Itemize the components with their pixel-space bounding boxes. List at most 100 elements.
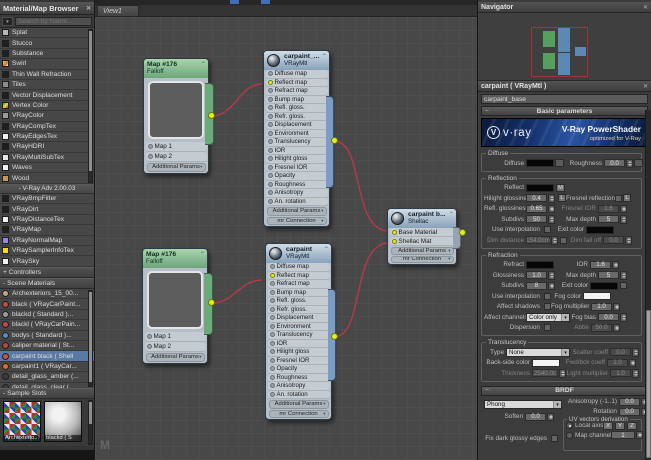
node-header[interactable]: carpaint − VRayMtl (266, 244, 331, 263)
falloff-preview[interactable] (148, 81, 204, 139)
input-socket[interactable] (268, 71, 273, 76)
browser-map-item[interactable]: VRayDirt (0, 204, 94, 214)
node-header[interactable]: Map #176 − Falloff (143, 249, 207, 268)
input-socket[interactable] (270, 298, 275, 303)
refl-max-depth-spinner[interactable] (620, 215, 627, 224)
input-socket[interactable] (270, 392, 275, 397)
output-socket-vraymtl-2[interactable] (331, 333, 338, 340)
input-socket[interactable] (270, 290, 275, 295)
hilight-glossiness-field[interactable]: 0.4 (526, 194, 547, 202)
maps-scrollbar[interactable] (88, 29, 93, 183)
input-slot[interactable]: Refract map (266, 87, 328, 96)
input-socket[interactable] (270, 358, 275, 363)
input-socket[interactable] (268, 97, 273, 102)
node-header[interactable]: carpaint_... − VRayMtl (264, 51, 329, 70)
input-socket[interactable] (148, 154, 153, 159)
input-slot[interactable]: Translucency (268, 331, 330, 340)
roughness-spinner[interactable] (626, 159, 633, 168)
refl-glossiness-field[interactable]: 0.65 (526, 205, 547, 213)
fog-bias-spinner[interactable] (620, 313, 627, 322)
refl-use-interpolation-checkbox[interactable] (544, 226, 551, 233)
falloff-preview[interactable] (147, 271, 203, 329)
roughness-map-button[interactable] (634, 159, 643, 167)
minimize-icon[interactable]: − (449, 210, 453, 216)
minimize-icon[interactable]: − (200, 250, 204, 256)
input-socket[interactable] (392, 230, 397, 235)
fog-bias-field[interactable]: 0.0 (598, 313, 619, 321)
input-slot[interactable]: Map 1 (146, 142, 207, 152)
input-slot[interactable]: Shellac Mat (390, 237, 455, 246)
material-name-field[interactable] (481, 94, 648, 104)
input-slot[interactable]: Reflect map (268, 272, 330, 281)
scene-material-item[interactable]: Archexteriors_15_00... (0, 289, 94, 299)
browser-map-item[interactable]: VRayNormalMap (0, 236, 94, 246)
axis-y-button[interactable]: Y (615, 422, 625, 430)
ior-spinner[interactable] (612, 261, 619, 270)
scene-material-item[interactable]: blackl ( VRayCarPain... (0, 320, 94, 330)
navigator-minimap[interactable] (478, 13, 651, 81)
input-slot[interactable]: IOR (266, 147, 328, 156)
input-slot[interactable]: Environment (266, 130, 328, 139)
browser-map-item[interactable]: VRayEdgesTex (0, 132, 94, 142)
soften-spinner[interactable] (547, 413, 554, 422)
refl-subdivs-spinner[interactable] (548, 215, 555, 224)
hilight-spinner[interactable] (548, 194, 555, 203)
browser-map-item[interactable]: VRayMultiSubTex (0, 153, 94, 163)
rollup-footer[interactable]: mr Connection▾ (391, 256, 454, 264)
params-scrollbar[interactable] (645, 110, 651, 460)
input-socket[interactable] (270, 332, 275, 337)
browser-map-item[interactable]: VRayHDRI (0, 142, 94, 152)
input-socket[interactable] (268, 190, 273, 195)
output-socket-falloff-1[interactable] (208, 112, 215, 119)
scene-material-item[interactable]: carpaint black ( Shell (0, 351, 94, 361)
input-socket[interactable] (268, 114, 273, 119)
l-button[interactable]: L (623, 194, 631, 202)
soften-field[interactable]: 0.0 (525, 413, 546, 421)
input-slot[interactable]: Refr. gloss. (266, 113, 328, 122)
browser-map-item[interactable]: Vertex Color (0, 101, 94, 111)
search-input[interactable] (15, 17, 92, 26)
fwd-bck-coeff-field[interactable]: 1.0 (607, 359, 628, 367)
refr-use-interpolation-checkbox[interactable] (544, 293, 551, 300)
scene-material-item[interactable]: blackd ( Standard )... (0, 310, 94, 320)
axis-z-button[interactable]: Z (627, 422, 637, 430)
browser-map-item[interactable]: Splat (0, 28, 94, 38)
scene-material-item[interactable]: detail_glass_clear (... (0, 383, 94, 388)
input-slot[interactable]: Diffuse map (266, 70, 328, 79)
close-icon[interactable]: ✕ (86, 5, 91, 12)
fix-dark-edges-checkbox[interactable] (551, 435, 558, 442)
input-socket[interactable] (147, 344, 152, 349)
material-header-bar[interactable]: carpaint ( VRayMtl ) ✕ (478, 81, 651, 92)
input-slot[interactable]: Environment (268, 323, 330, 332)
input-socket[interactable] (270, 264, 275, 269)
rollout-brdf[interactable]: − BRDF (481, 386, 648, 396)
browser-map-item[interactable]: Tiles (0, 80, 94, 90)
input-slot[interactable]: IOR (268, 340, 330, 349)
dim-falloff-spinner[interactable] (625, 236, 632, 245)
input-socket[interactable] (268, 199, 273, 204)
input-socket[interactable] (268, 182, 273, 187)
anisotropy-field[interactable]: 0.0 (619, 398, 640, 406)
node-header[interactable]: Map #176 − Falloff (144, 59, 208, 78)
browser-map-item[interactable]: Waves (0, 163, 94, 173)
scene-materials-scrollbar[interactable] (88, 290, 93, 387)
brdf-type-dropdown[interactable]: Phong ▼ (484, 400, 562, 409)
sample-slot[interactable]: blackd ( S (44, 401, 82, 442)
input-slot[interactable]: Opacity (266, 172, 328, 181)
abbe-field[interactable]: 50.0 (591, 324, 612, 332)
map-channel-radio[interactable] (566, 432, 573, 439)
input-socket[interactable] (270, 273, 275, 278)
ior-field[interactable]: 1.6 (590, 261, 611, 269)
minimize-icon[interactable]: − (324, 245, 328, 251)
rollup-footer[interactable]: mr Connection▾ (267, 217, 327, 226)
input-slot[interactable]: Anisotropy (266, 189, 328, 198)
input-socket[interactable] (392, 239, 397, 244)
input-slot[interactable]: Fresnel IOR (268, 357, 330, 366)
browser-map-item[interactable]: VRayBmpFilter (0, 194, 94, 204)
scatter-coeff-field[interactable]: 0.0 (610, 348, 631, 356)
dispersion-checkbox[interactable] (544, 324, 551, 331)
input-slot[interactable]: Hilight gloss (266, 155, 328, 164)
refl-exit-color-swatch[interactable] (586, 226, 614, 234)
output-socket-shellac[interactable] (459, 229, 466, 236)
input-slot[interactable]: Roughness (266, 181, 328, 190)
